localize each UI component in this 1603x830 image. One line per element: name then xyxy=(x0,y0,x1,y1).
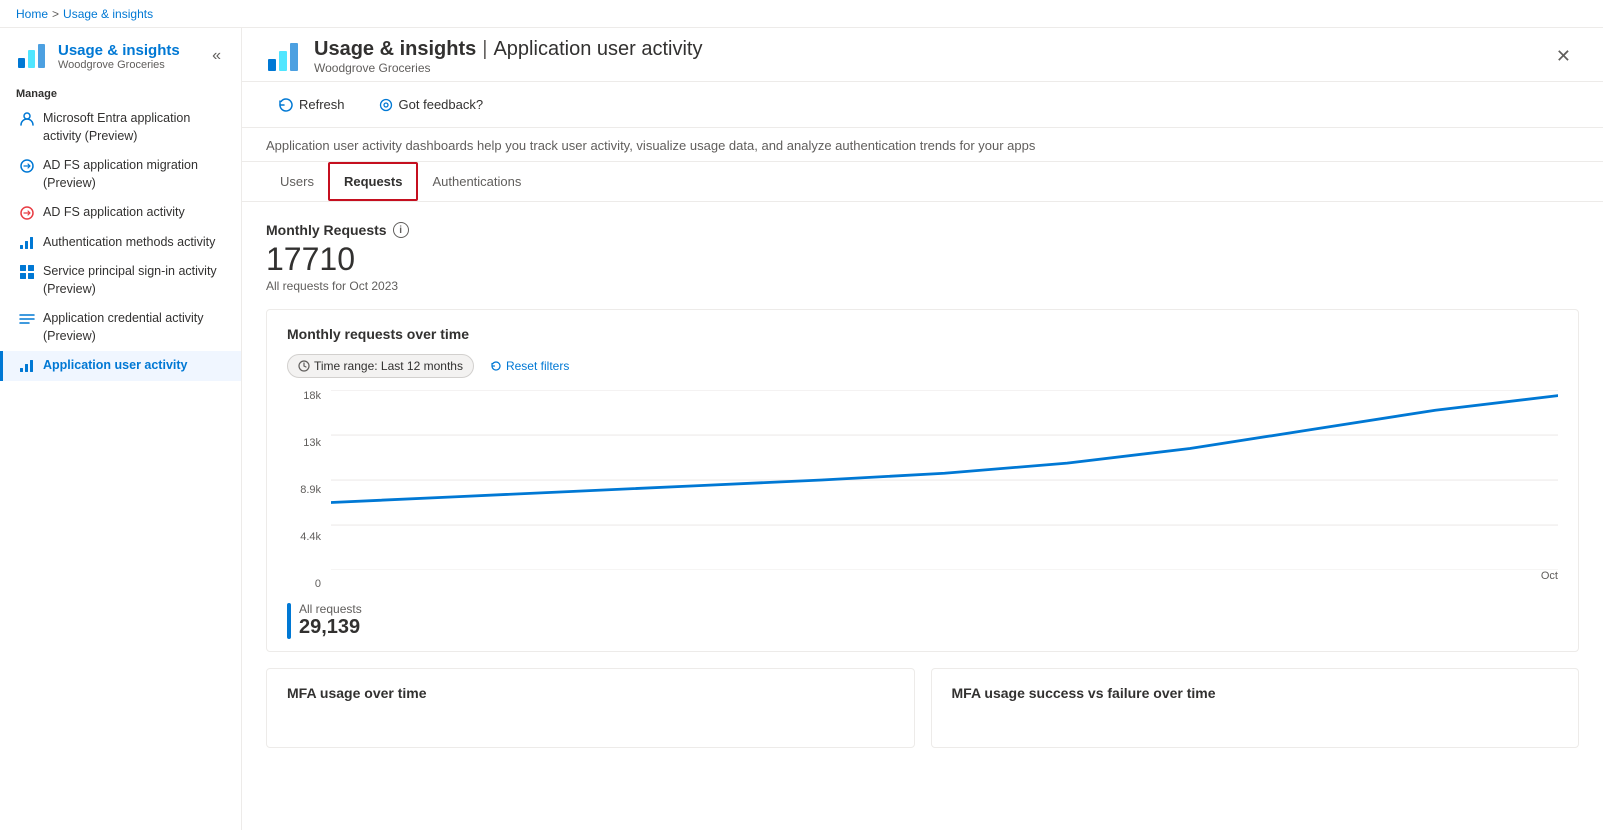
chart-container: 18k 13k 8.9k 4.4k 0 xyxy=(287,390,1558,590)
chart-title: Monthly requests over time xyxy=(287,326,1558,342)
all-requests-number: 29,139 xyxy=(299,616,362,639)
sidebar-item-adfs-migrate-label: AD FS application migration (Preview) xyxy=(43,157,225,192)
app-logo-icon xyxy=(16,40,48,72)
time-range-filter[interactable]: Time range: Last 12 months xyxy=(287,354,474,378)
tabs-bar: Users Requests Authentications xyxy=(242,162,1603,202)
y-label-8.9k: 8.9k xyxy=(287,484,327,496)
y-label-4.4k: 4.4k xyxy=(287,531,327,543)
page-header: Usage & insights | Application user acti… xyxy=(242,28,1603,82)
toolbar: Refresh Got feedback? xyxy=(242,82,1603,128)
sidebar-item-auth-methods[interactable]: Authentication methods activity xyxy=(0,228,241,258)
monthly-requests-sub: All requests for Oct 2023 xyxy=(266,279,1579,293)
tab-requests[interactable]: Requests xyxy=(328,162,419,201)
mfa-usage-title: MFA usage over time xyxy=(287,685,894,701)
feedback-label: Got feedback? xyxy=(399,97,484,112)
sidebar-item-app-credential-label: Application credential activity (Preview… xyxy=(43,310,225,345)
sidebar-item-ms-entra[interactable]: Microsoft Entra application activity (Pr… xyxy=(0,104,241,151)
app-user-activity-icon xyxy=(19,358,35,374)
chart-section: Monthly requests over time Time range: L… xyxy=(266,309,1579,652)
filter-icon xyxy=(298,360,310,372)
content-area: Usage & insights | Application user acti… xyxy=(242,28,1603,830)
mfa-success-failure-title: MFA usage success vs failure over time xyxy=(952,685,1559,701)
time-range-label: Time range: Last 12 months xyxy=(314,359,463,373)
page-header-org: Woodgrove Groceries xyxy=(314,61,702,75)
page-header-left: Usage & insights | Application user acti… xyxy=(266,38,1548,75)
all-requests-bar-indicator xyxy=(287,603,291,639)
feedback-icon xyxy=(379,98,393,112)
breadcrumb-separator: > xyxy=(52,7,59,21)
chart-x-labels: Oct xyxy=(331,570,1558,590)
y-label-0: 0 xyxy=(287,578,327,590)
mfa-success-failure-panel: MFA usage success vs failure over time xyxy=(931,668,1580,748)
sidebar-item-service-principal[interactable]: Service principal sign-in activity (Prev… xyxy=(0,257,241,304)
y-label-18k: 18k xyxy=(287,390,327,402)
grid-icon xyxy=(19,264,35,280)
adfs-activity-icon xyxy=(19,205,35,221)
sidebar-item-app-credential[interactable]: Application credential activity (Preview… xyxy=(0,304,241,351)
y-label-13k: 13k xyxy=(287,437,327,449)
mfa-usage-panel: MFA usage over time xyxy=(266,668,915,748)
lines-icon xyxy=(19,311,35,327)
monthly-requests-label: Monthly Requests i xyxy=(266,222,1579,238)
adfs-migrate-icon xyxy=(19,158,35,174)
sidebar-item-service-principal-label: Service principal sign-in activity (Prev… xyxy=(43,263,225,298)
tab-users[interactable]: Users xyxy=(266,164,328,201)
page-header-title-block: Usage & insights | Application user acti… xyxy=(314,38,702,75)
sidebar-title: Usage & insights Woodgrove Groceries xyxy=(58,42,180,71)
page-header-title: Usage & insights xyxy=(314,38,476,61)
monthly-requests-number: 17710 xyxy=(266,242,1579,277)
page-header-title-row: Usage & insights | Application user acti… xyxy=(314,38,702,61)
breadcrumb-current[interactable]: Usage & insights xyxy=(63,7,153,21)
description-text: Application user activity dashboards hel… xyxy=(266,138,1035,153)
page-header-separator: | xyxy=(482,38,487,61)
sidebar-header: Usage & insights Woodgrove Groceries « xyxy=(0,28,241,80)
description-bar: Application user activity dashboards hel… xyxy=(242,128,1603,162)
sidebar-item-auth-methods-label: Authentication methods activity xyxy=(43,234,215,252)
sidebar-item-app-user-activity-label: Application user activity xyxy=(43,357,187,375)
breadcrumb: Home > Usage & insights xyxy=(0,0,1603,28)
all-requests-label: All requests xyxy=(299,602,362,616)
page-header-icon xyxy=(266,39,302,75)
breadcrumb-home[interactable]: Home xyxy=(16,7,48,21)
reset-filters-button[interactable]: Reset filters xyxy=(482,355,577,377)
sidebar-item-app-user-activity[interactable]: Application user activity xyxy=(0,351,241,381)
chart-filters: Time range: Last 12 months Reset filters xyxy=(287,354,1558,378)
page-header-subtitle: Application user activity xyxy=(493,38,702,61)
main-content: Monthly Requests i 17710 All requests fo… xyxy=(242,202,1603,830)
close-button[interactable]: ✕ xyxy=(1548,42,1579,71)
bottom-panels: MFA usage over time MFA usage success vs… xyxy=(266,668,1579,748)
chart-y-labels: 18k 13k 8.9k 4.4k 0 xyxy=(287,390,327,590)
monthly-requests-title: Monthly Requests xyxy=(266,222,387,238)
person-icon xyxy=(19,111,35,127)
feedback-button[interactable]: Got feedback? xyxy=(366,90,497,119)
sidebar-app-title: Usage & insights xyxy=(58,42,180,59)
sidebar: Usage & insights Woodgrove Groceries « M… xyxy=(0,28,242,830)
tab-authentications[interactable]: Authentications xyxy=(418,164,535,201)
refresh-icon xyxy=(279,98,293,112)
sidebar-item-adfs-activity-label: AD FS application activity xyxy=(43,204,185,222)
sidebar-org: Woodgrove Groceries xyxy=(58,59,180,71)
sidebar-collapse-button[interactable]: « xyxy=(208,43,225,69)
all-requests-info: All requests 29,139 xyxy=(299,602,362,639)
sidebar-item-adfs-migrate[interactable]: AD FS application migration (Preview) xyxy=(0,151,241,198)
refresh-label: Refresh xyxy=(299,97,345,112)
chart-svg xyxy=(331,390,1558,570)
monthly-requests-info-icon[interactable]: i xyxy=(393,222,409,238)
reset-icon xyxy=(490,360,502,372)
auth-methods-icon xyxy=(19,235,35,251)
sidebar-item-ms-entra-label: Microsoft Entra application activity (Pr… xyxy=(43,110,225,145)
reset-filters-label: Reset filters xyxy=(506,359,569,373)
refresh-button[interactable]: Refresh xyxy=(266,90,358,119)
sidebar-item-adfs-activity[interactable]: AD FS application activity xyxy=(0,198,241,228)
all-requests-footer: All requests 29,139 xyxy=(287,602,1558,639)
sidebar-manage-label: Manage xyxy=(0,80,241,104)
x-label-oct: Oct xyxy=(1541,570,1558,590)
